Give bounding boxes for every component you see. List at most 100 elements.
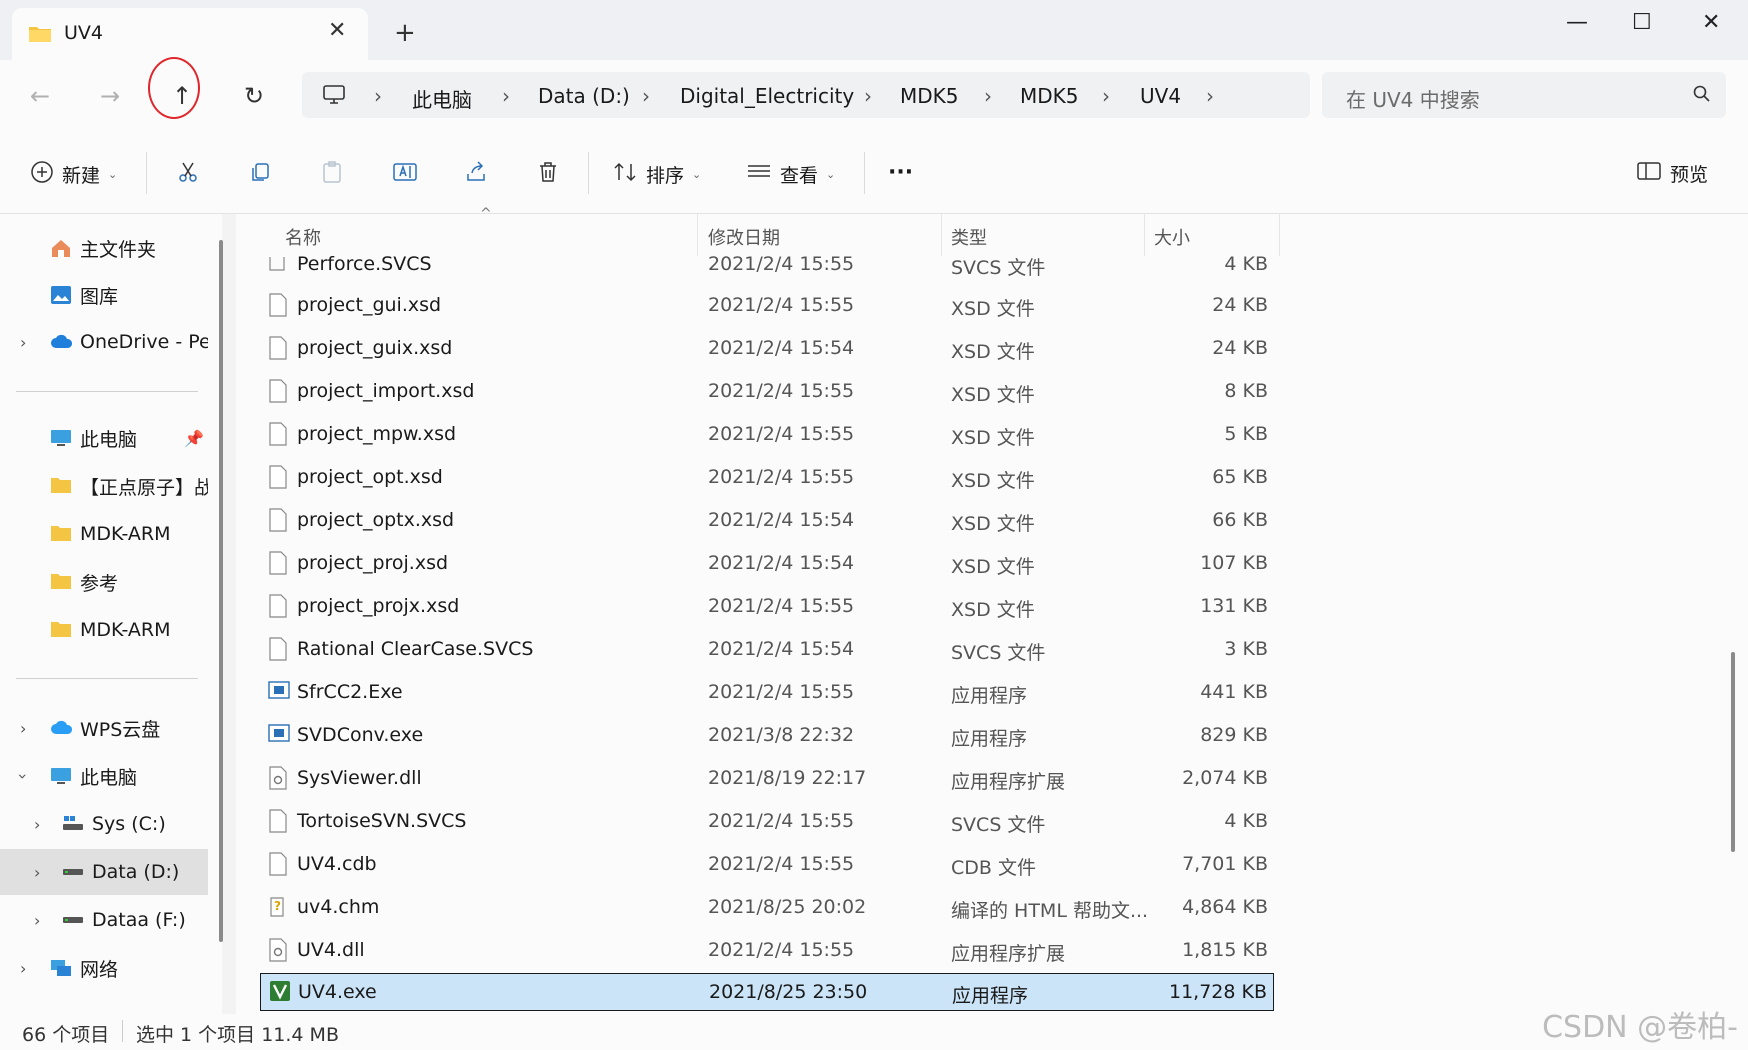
navigation-pane: 主文件夹 图库 › OneDrive - Per 此电脑 📌 【正点原子】战 M… (0, 214, 222, 1014)
view-button[interactable]: 查看 ⌄ (746, 160, 835, 189)
file-icon (268, 293, 288, 317)
sort-button[interactable]: 排序 ⌄ (612, 160, 701, 189)
file-row[interactable]: project_mpw.xsd 2021/2/4 15:55 XSD 文件 5 … (260, 413, 1274, 456)
file-row-selected[interactable]: UV4.exe 2021/8/25 23:50 应用程序 11,728 KB (260, 973, 1274, 1011)
back-button[interactable]: ← (30, 82, 50, 110)
paste-button[interactable] (320, 160, 344, 189)
search-box[interactable]: 在 UV4 中搜索 (1322, 72, 1726, 118)
file-row[interactable]: TortoiseSVN.SVCS 2021/2/4 15:55 SVCS 文件 … (260, 800, 1274, 843)
clipboard-icon (320, 160, 344, 189)
sidebar-item-wps[interactable]: › WPS云盘 (0, 705, 208, 751)
file-size: 7,701 KB (1182, 853, 1268, 875)
forward-button[interactable]: → (100, 82, 120, 110)
file-row[interactable]: UV4.cdb 2021/2/4 15:55 CDB 文件 7,701 KB (260, 843, 1274, 886)
breadcrumb-item[interactable]: Data (D:) (538, 84, 630, 108)
cut-button[interactable] (176, 160, 200, 189)
tab-uv4[interactable]: UV4 ✕ (12, 8, 368, 60)
exe-icon (268, 723, 290, 747)
breadcrumb-separator: › (1102, 84, 1110, 108)
file-icon (268, 254, 288, 278)
sidebar-scrollbar[interactable] (219, 240, 223, 942)
file-date: 2021/2/4 15:54 (708, 337, 855, 359)
sidebar-item-onedrive[interactable]: › OneDrive - Per (0, 319, 208, 365)
sidebar-item-drive-d[interactable]: › Data (D:) (0, 849, 208, 895)
sidebar-item-drive-f[interactable]: › Dataa (F:) (0, 897, 208, 943)
breadcrumb-separator: › (502, 84, 510, 108)
minimize-button[interactable]: — (1566, 10, 1588, 35)
folder-icon (50, 620, 72, 640)
sidebar-item-pinned-folder[interactable]: 参考 (0, 559, 208, 605)
address-bar[interactable]: › 此电脑 › Data (D:) › Digital_Electricity … (302, 72, 1310, 118)
sidebar-item-pinned-folder[interactable]: MDK-ARM (0, 607, 208, 653)
refresh-button[interactable]: ↻ (244, 82, 264, 110)
sidebar-item-network[interactable]: › 网络 (0, 945, 208, 991)
file-date: 2021/8/19 22:17 (708, 767, 867, 789)
breadcrumb-item[interactable]: MDK5 (900, 84, 959, 108)
file-type: XSD 文件 (951, 384, 1035, 406)
sidebar-divider (16, 678, 198, 679)
file-row[interactable]: project_opt.xsd 2021/2/4 15:55 XSD 文件 65… (260, 456, 1274, 499)
file-name: project_guix.xsd (297, 337, 453, 359)
rename-button[interactable] (392, 160, 418, 189)
file-icon (268, 422, 288, 446)
breadcrumb-separator: › (374, 84, 382, 108)
file-list-scrollbar[interactable] (1731, 652, 1735, 852)
sidebar-item-pinned-folder[interactable]: MDK-ARM (0, 511, 208, 557)
file-date: 2021/2/4 15:55 (708, 853, 855, 875)
breadcrumb-item[interactable]: MDK5 (1020, 84, 1079, 108)
file-name: project_import.xsd (297, 380, 475, 402)
column-divider[interactable] (1279, 214, 1280, 256)
file-type: 应用程序 (951, 728, 1028, 750)
sidebar-item-gallery[interactable]: 图库 (0, 272, 208, 318)
file-type: SVCS 文件 (951, 257, 1046, 279)
file-row[interactable]: project_projx.xsd 2021/2/4 15:55 XSD 文件 … (260, 585, 1274, 628)
close-window-button[interactable]: ✕ (1702, 10, 1720, 35)
share-icon (464, 160, 488, 189)
share-button[interactable] (464, 160, 488, 189)
file-size: 3 KB (1224, 638, 1268, 660)
more-button[interactable]: ··· (888, 160, 913, 185)
file-row[interactable]: UV4.dll 2021/2/4 15:55 应用程序扩展 1,815 KB (260, 929, 1274, 972)
file-size: 8 KB (1224, 380, 1268, 402)
file-row[interactable]: project_optx.xsd 2021/2/4 15:54 XSD 文件 6… (260, 499, 1274, 542)
file-row[interactable]: SfrCC2.Exe 2021/2/4 15:55 应用程序 441 KB (260, 671, 1274, 714)
tab-close-icon[interactable]: ✕ (328, 18, 346, 43)
file-name: uv4.chm (297, 896, 380, 918)
maximize-button[interactable]: ☐ (1632, 10, 1652, 35)
home-icon (50, 238, 72, 258)
file-date: 2021/8/25 20:02 (708, 896, 867, 918)
file-date: 2021/2/4 15:54 (708, 509, 855, 531)
file-row[interactable]: project_gui.xsd 2021/2/4 15:55 XSD 文件 24… (260, 284, 1274, 327)
sidebar-item-thispc-pinned[interactable]: 此电脑 📌 (0, 415, 208, 461)
file-row[interactable]: ? uv4.chm 2021/8/25 20:02 编译的 HTML 帮助文..… (260, 886, 1274, 929)
file-row[interactable]: SVDConv.exe 2021/3/8 22:32 应用程序 829 KB (260, 714, 1274, 757)
file-row[interactable]: SysViewer.dll 2021/8/19 22:17 应用程序扩展 2,0… (260, 757, 1274, 800)
breadcrumb-item[interactable]: UV4 (1140, 84, 1181, 108)
breadcrumb-item[interactable]: 此电脑 (412, 84, 472, 113)
sidebar-item-pinned-folder[interactable]: 【正点原子】战 (0, 463, 208, 509)
monitor-icon (50, 428, 72, 448)
file-row[interactable]: Rational ClearCase.SVCS 2021/2/4 15:54 S… (260, 628, 1274, 671)
file-icon (268, 379, 288, 403)
file-icon (268, 508, 288, 532)
sidebar-item-drive-c[interactable]: › Sys (C:) (0, 801, 208, 847)
new-button[interactable]: 新建 ⌄ (30, 160, 117, 189)
copy-button[interactable] (248, 160, 272, 189)
breadcrumb-separator: › (1206, 84, 1214, 108)
file-type: XSD 文件 (951, 599, 1035, 621)
file-date: 2021/2/4 15:55 (708, 380, 855, 402)
file-name: SysViewer.dll (297, 767, 422, 789)
file-row[interactable]: project_proj.xsd 2021/2/4 15:54 XSD 文件 1… (260, 542, 1274, 585)
file-row[interactable]: project_import.xsd 2021/2/4 15:55 XSD 文件… (260, 370, 1274, 413)
new-tab-button[interactable]: + (394, 18, 416, 48)
file-row[interactable]: Perforce.SVCS 2021/2/4 15:55 SVCS 文件 4 K… (260, 245, 1274, 283)
file-row[interactable]: project_guix.xsd 2021/2/4 15:54 XSD 文件 2… (260, 327, 1274, 370)
sidebar-item-home[interactable]: 主文件夹 (0, 225, 208, 271)
sidebar-item-thispc[interactable]: › 此电脑 (0, 753, 208, 799)
file-name: SVDConv.exe (297, 724, 424, 746)
preview-button[interactable]: 预览 (1636, 160, 1708, 187)
sidebar-label: Sys (C:) (92, 813, 166, 835)
file-name: project_optx.xsd (297, 509, 455, 531)
delete-button[interactable] (536, 160, 560, 189)
breadcrumb-item[interactable]: Digital_Electricity (680, 84, 854, 108)
